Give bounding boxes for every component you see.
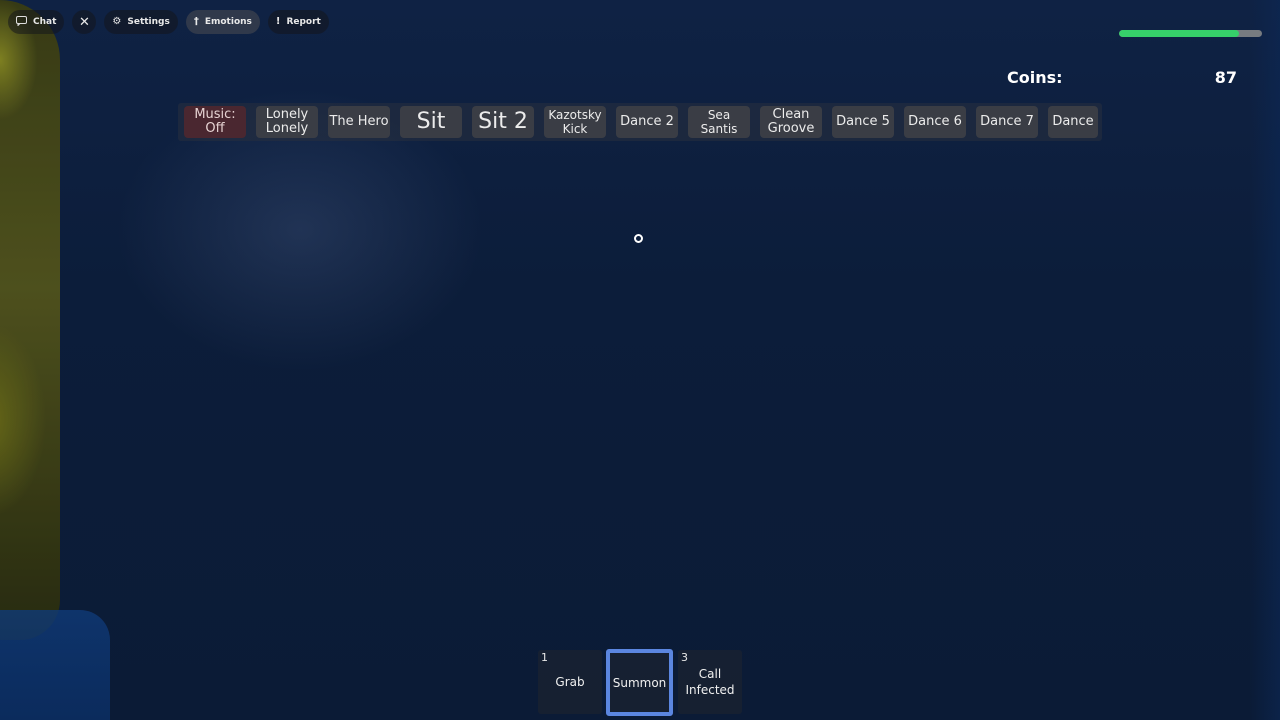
chat-button[interactable]: Chat — [8, 10, 65, 34]
emote-button-dance-6[interactable]: Dance 6 — [904, 106, 966, 138]
report-button[interactable]: ! Report — [267, 10, 329, 34]
emote-button-dance-2[interactable]: Dance 2 — [616, 106, 678, 138]
figure-icon: † — [193, 16, 199, 27]
chat-label: Chat — [33, 17, 57, 27]
close-icon: ✕ — [78, 14, 90, 30]
hotbar-slot-call-infected[interactable]: 3 Call Infected — [678, 650, 742, 714]
slot-label: Grab — [555, 675, 585, 689]
hotbar-slot-grab[interactable]: 1 Grab — [538, 650, 602, 714]
wall-edge — [1250, 0, 1280, 720]
slot-label: Call Infected — [685, 667, 735, 697]
emote-button-dance[interactable]: Dance — [1048, 106, 1098, 138]
health-bar — [1119, 30, 1262, 37]
emotions-label: Emotions — [204, 17, 252, 27]
chat-bubble-icon — [16, 15, 27, 29]
emotions-button[interactable]: † Emotions — [185, 10, 260, 34]
yellow-object — [0, 0, 60, 640]
emotes-bar: Music: Off Lonely Lonely The Hero Sit Si… — [178, 103, 1102, 141]
settings-button[interactable]: ⚙ Settings — [104, 10, 178, 34]
emote-button-the-hero[interactable]: The Hero — [328, 106, 390, 138]
emote-button-sit[interactable]: Sit — [400, 106, 462, 138]
emote-button-kazotsky-kick[interactable]: Kazotsky Kick — [544, 106, 606, 138]
health-bar-fill — [1119, 30, 1240, 37]
coins-label: Coins: — [1007, 68, 1063, 87]
music-toggle-button[interactable]: Music: Off — [184, 106, 246, 138]
emote-button-clean-groove[interactable]: Clean Groove — [760, 106, 822, 138]
settings-label: Settings — [127, 17, 170, 27]
slot-label: Summon — [612, 675, 667, 690]
emote-button-sea-santis[interactable]: Sea Santis — [688, 106, 750, 138]
slot-number: 3 — [681, 651, 688, 664]
floor-corner — [0, 610, 110, 720]
emote-button-dance-7[interactable]: Dance 7 — [976, 106, 1038, 138]
report-label: Report — [286, 17, 321, 27]
gear-icon: ⚙ — [112, 16, 122, 27]
slot-number: 1 — [541, 651, 548, 664]
emote-button-dance-5[interactable]: Dance 5 — [832, 106, 894, 138]
hotbar-slot-summon[interactable]: Summon — [606, 649, 673, 716]
top-bar: Chat ✕ ⚙ Settings † Emotions ! Report — [8, 10, 329, 34]
emote-button-lonely-lonely[interactable]: Lonely Lonely — [256, 106, 318, 138]
close-button[interactable]: ✕ — [72, 10, 97, 34]
crosshair-icon — [634, 234, 643, 243]
exclamation-icon: ! — [275, 16, 281, 27]
emote-button-sit-2[interactable]: Sit 2 — [472, 106, 534, 138]
coins-value: 87 — [1214, 68, 1237, 87]
